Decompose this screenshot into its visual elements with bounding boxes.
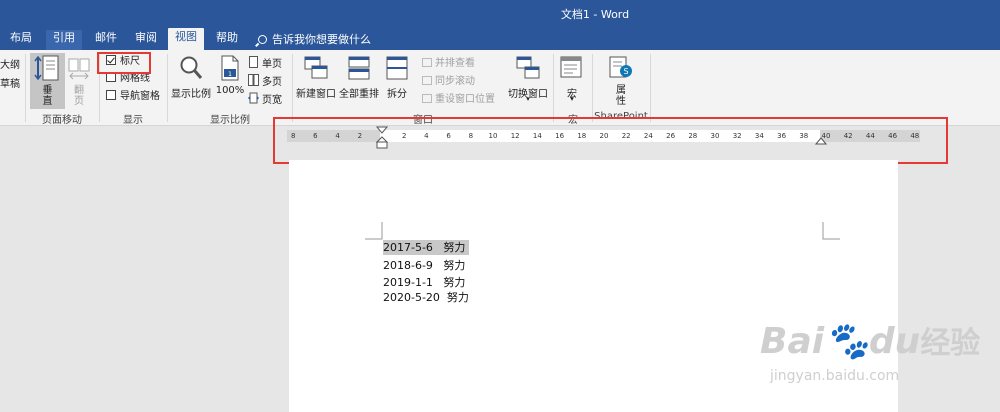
page-width-label: 页宽 xyxy=(262,95,282,106)
svg-text:S: S xyxy=(623,67,628,76)
side-label-2: 页 xyxy=(74,96,84,107)
zoom-100-button[interactable]: 1 100% xyxy=(215,53,245,103)
margin-corner-left xyxy=(365,222,383,240)
watermark-brand: Bai xyxy=(760,321,825,362)
watermark-cn: 经验 xyxy=(920,326,981,361)
side-to-side-icon xyxy=(68,58,90,80)
zoom-100-label: 100% xyxy=(215,85,245,96)
side-by-side-icon xyxy=(422,58,432,67)
title-bar: 文档1 - Word xyxy=(0,0,1000,26)
ruler-highlight-box-2 xyxy=(273,117,948,164)
doc-line-2[interactable]: 2018-6-9 努力 xyxy=(383,258,465,273)
split-button[interactable]: 拆分 xyxy=(384,53,410,103)
side-label-1: 翻 xyxy=(74,85,84,96)
chevron-down-icon: ▾ xyxy=(570,95,574,103)
tab-review[interactable]: 审阅 xyxy=(128,30,164,50)
watermark-paw-icon: 🐾 xyxy=(824,321,869,362)
zoom-button[interactable]: 显示比例 xyxy=(170,53,212,103)
search-icon xyxy=(258,35,267,44)
new-window-button[interactable]: 新建窗口 xyxy=(296,53,336,103)
new-window-label: 新建窗口 xyxy=(296,89,336,100)
ruler-highlight-box xyxy=(97,52,151,74)
properties-button[interactable]: S 属性 xyxy=(606,53,636,109)
sync-scroll-icon xyxy=(422,76,432,85)
svg-text:1: 1 xyxy=(228,71,232,78)
properties-label-1: 属 xyxy=(616,85,626,96)
split-label: 拆分 xyxy=(387,89,407,100)
watermark-brand-2: du xyxy=(868,321,921,362)
doc-line-1[interactable]: 2017-5-6 努力 xyxy=(383,240,470,255)
split-icon xyxy=(386,56,408,80)
watermark-logo: Bai🐾du经验 xyxy=(760,318,980,362)
reset-position-icon xyxy=(422,94,432,103)
reset-position-label: 重设窗口位置 xyxy=(435,94,495,105)
tab-view[interactable]: 视图 xyxy=(168,28,204,50)
page-width-icon xyxy=(248,92,259,104)
vertical-label-2: 直 xyxy=(42,96,53,107)
side-to-side-button[interactable]: 翻页 xyxy=(66,53,92,109)
vertical-label-1: 垂 xyxy=(42,85,53,96)
vertical-page-icon xyxy=(34,55,59,81)
page-width-button[interactable]: 页宽 xyxy=(248,91,288,106)
page-100-icon: 1 xyxy=(221,55,239,81)
margin-corner-right xyxy=(822,222,840,240)
sharepoint-properties-icon: S xyxy=(609,56,632,78)
multi-page-label: 多页 xyxy=(262,77,282,88)
arrange-all-icon xyxy=(348,56,370,80)
watermark-url: jingyan.baidu.com xyxy=(770,368,900,384)
multi-page-icon xyxy=(248,74,259,86)
new-window-icon xyxy=(304,56,328,79)
divider xyxy=(292,54,293,122)
switch-windows-icon xyxy=(516,56,540,79)
one-page-button[interactable]: 单页 xyxy=(248,55,288,70)
window-title: 文档1 - Word xyxy=(560,8,630,21)
gridlines-checkbox[interactable]: 网格线 xyxy=(106,72,150,86)
group-page-move-label: 页面移动 xyxy=(42,115,82,126)
divider xyxy=(553,54,554,122)
side-by-side-label: 并排查看 xyxy=(435,58,475,69)
arrange-all-label: 全部重排 xyxy=(339,89,379,100)
sync-scroll-button[interactable]: 同步滚动 xyxy=(422,72,512,87)
group-show-label: 显示 xyxy=(123,115,143,126)
doc-line-4[interactable]: 2020-5-20 努力 xyxy=(383,290,469,305)
draft-button[interactable]: 草稿 xyxy=(0,75,20,90)
reset-position-button[interactable]: 重设窗口位置 xyxy=(422,90,512,105)
properties-label-2: 性 xyxy=(616,96,626,107)
tab-references[interactable]: 引用 xyxy=(46,30,82,50)
multi-page-button[interactable]: 多页 xyxy=(248,73,288,88)
tab-layout[interactable]: 布局 xyxy=(0,30,42,50)
vertical-button[interactable]: 垂直 xyxy=(30,53,65,109)
tell-me-text: 告诉我你想要做什么 xyxy=(272,33,371,46)
tab-help[interactable]: 帮助 xyxy=(208,30,246,50)
side-by-side-button[interactable]: 并排查看 xyxy=(422,54,512,69)
gridlines-label: 网格线 xyxy=(120,73,150,84)
ribbon-tabs: 布局 引用 邮件 审阅 视图 帮助 告诉我你想要做什么 xyxy=(0,26,1000,50)
chevron-down-icon: ▾ xyxy=(526,95,530,103)
tell-me-search[interactable]: 告诉我你想要做什么 xyxy=(258,31,371,47)
one-page-label: 单页 xyxy=(262,59,282,70)
tab-mailings[interactable]: 邮件 xyxy=(88,30,124,50)
one-page-icon xyxy=(249,56,258,68)
sync-scroll-label: 同步滚动 xyxy=(435,76,475,87)
outline-button[interactable]: 大纲 xyxy=(0,56,20,71)
divider xyxy=(650,54,651,122)
switch-windows-button[interactable]: 切换窗口 ▾ xyxy=(506,53,550,109)
nav-pane-label: 导航窗格 xyxy=(120,91,160,102)
nav-pane-check-box[interactable] xyxy=(106,90,116,100)
macro-icon xyxy=(560,56,582,78)
doc-line-3[interactable]: 2019-1-1 努力 xyxy=(383,275,465,290)
macros-button[interactable]: 宏 ▾ xyxy=(557,53,587,109)
nav-pane-checkbox[interactable]: 导航窗格 xyxy=(106,90,160,104)
magnifier-icon xyxy=(180,56,203,79)
zoom-label: 显示比例 xyxy=(171,89,211,100)
arrange-all-button[interactable]: 全部重排 xyxy=(338,53,380,103)
